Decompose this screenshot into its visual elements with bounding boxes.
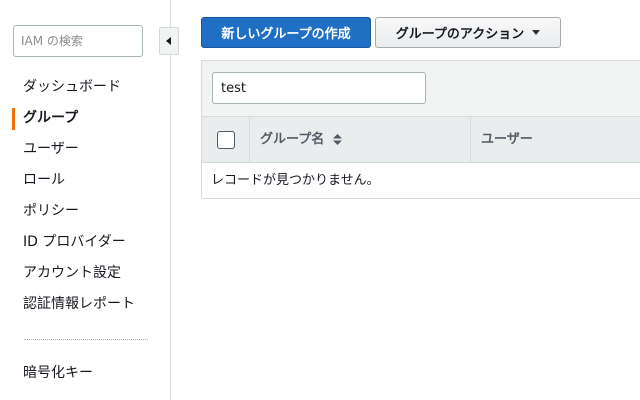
sidebar-item-users[interactable]: ユーザー xyxy=(0,134,170,165)
column-header-users[interactable]: ユーザー xyxy=(481,117,533,162)
sidebar-item-policies[interactable]: ポリシー xyxy=(0,196,170,227)
empty-table-message: レコードが見つかりません。 xyxy=(202,163,640,199)
sidebar-extra-nav: 暗号化キー xyxy=(0,358,170,389)
sidebar-item-dashboard[interactable]: ダッシュボード xyxy=(0,72,170,103)
column-divider xyxy=(249,117,250,162)
groups-table-panel: グループ名 ユーザー レコードが見つかりません。 xyxy=(201,60,640,199)
sort-icon xyxy=(332,134,342,145)
table-header: グループ名 ユーザー xyxy=(202,116,640,163)
iam-search-input[interactable] xyxy=(13,25,143,57)
select-all-checkbox[interactable] xyxy=(217,131,235,149)
sidebar: ダッシュボード グループ ユーザー ロール ポリシー ID プロバイダー アカウ… xyxy=(0,0,171,400)
sidebar-item-encryption-keys[interactable]: 暗号化キー xyxy=(0,358,170,389)
column-header-group-name[interactable]: グループ名 xyxy=(260,117,342,162)
column-header-label: グループ名 xyxy=(260,132,325,147)
sidebar-item-roles[interactable]: ロール xyxy=(0,165,170,196)
group-actions-button[interactable]: グループのアクション xyxy=(375,17,561,48)
filter-input[interactable] xyxy=(212,72,426,104)
sidebar-divider xyxy=(24,339,148,340)
create-group-button[interactable]: 新しいグループの作成 xyxy=(201,17,371,48)
sidebar-item-account-settings[interactable]: アカウント設定 xyxy=(0,258,170,289)
filter-bar xyxy=(202,61,640,116)
main-content: 新しいグループの作成 グループのアクション グループ名 xyxy=(171,0,640,400)
sidebar-item-identity-providers[interactable]: ID プロバイダー xyxy=(0,227,170,258)
column-header-label: ユーザー xyxy=(481,132,533,147)
sidebar-nav: ダッシュボード グループ ユーザー ロール ポリシー ID プロバイダー アカウ… xyxy=(0,72,170,320)
sidebar-item-groups[interactable]: グループ xyxy=(0,103,170,134)
iam-console: ダッシュボード グループ ユーザー ロール ポリシー ID プロバイダー アカウ… xyxy=(0,0,640,400)
group-actions-label: グループのアクション xyxy=(395,27,525,42)
sidebar-item-credential-report[interactable]: 認証情報レポート xyxy=(0,289,170,320)
column-divider xyxy=(470,117,471,162)
caret-down-icon xyxy=(532,30,541,35)
